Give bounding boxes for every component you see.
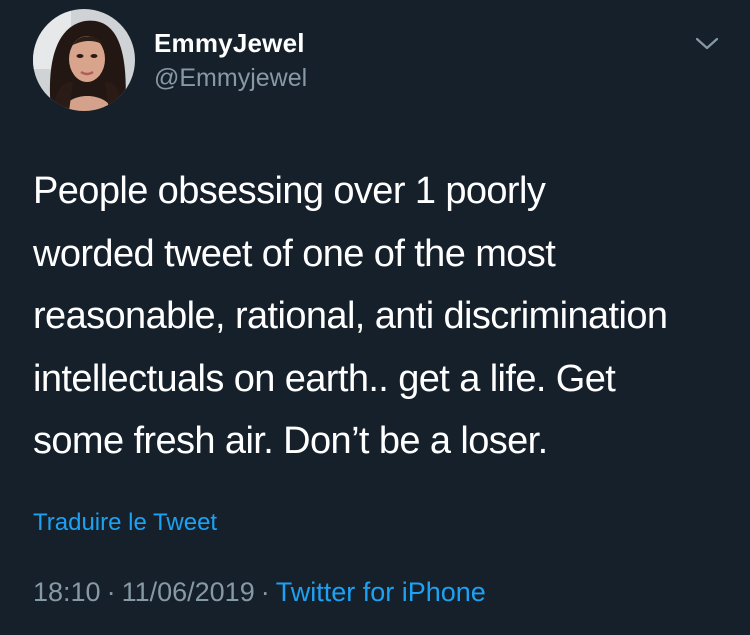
translate-tweet-link[interactable]: Traduire le Tweet	[33, 509, 217, 537]
tweet-date: 11/06/2019	[121, 577, 255, 607]
user-handle[interactable]: @Emmyjewel	[154, 64, 307, 93]
meta-separator: ·	[106, 577, 116, 607]
display-name[interactable]: EmmyJewel	[154, 28, 305, 59]
chevron-down-icon[interactable]	[694, 33, 720, 53]
meta-separator: ·	[260, 577, 270, 607]
tweet-source-link[interactable]: Twitter for iPhone	[276, 577, 486, 607]
tweet-time: 18:10	[33, 577, 101, 607]
avatar[interactable]	[33, 9, 135, 111]
tweet-metadata: 18:10 · 11/06/2019 · Twitter for iPhone	[33, 577, 486, 608]
profile-photo	[33, 9, 135, 111]
tweet-text: People obsessing over 1 poorly worded tw…	[33, 170, 668, 462]
